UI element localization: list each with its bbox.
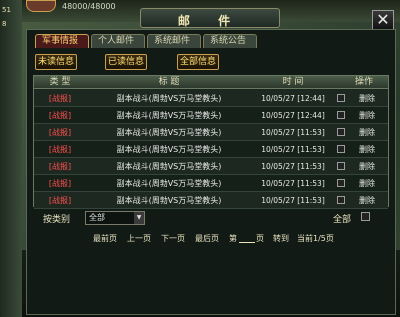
all-filter-button[interactable]: 全部信息 xyxy=(177,54,219,70)
close-icon: ✕ xyxy=(376,10,390,29)
table-header: 类 型 标 题 时 间 操作 xyxy=(34,76,388,89)
row-type: [战报] xyxy=(48,162,72,171)
page-suffix: 页 xyxy=(256,234,264,243)
last-page-link[interactable]: 最后页 xyxy=(195,233,219,244)
select-all-label: 全部 xyxy=(333,215,352,225)
table-row[interactable]: [战报] 副本战斗(周勃VS万马堂教头) 10/05/27 [11:53] 删除 xyxy=(34,124,388,141)
delete-button[interactable]: 删除 xyxy=(354,141,380,158)
first-page-link[interactable]: 最前页 xyxy=(93,233,117,244)
filter-bar: 未读信息 已读信息 全部信息 xyxy=(27,52,397,74)
row-time: 10/05/27 [11:53] xyxy=(261,128,325,137)
row-checkbox[interactable] xyxy=(337,162,345,170)
left-hud-strip: 51 8 xyxy=(0,0,22,317)
row-checkbox[interactable] xyxy=(337,196,345,204)
delete-button[interactable]: 删除 xyxy=(354,158,380,175)
row-time: 10/05/27 [12:44] xyxy=(261,111,325,120)
row-title[interactable]: 副本战斗(周勃VS万马堂教头) xyxy=(94,192,244,209)
read-filter-button[interactable]: 已读信息 xyxy=(105,54,147,70)
row-checkbox[interactable] xyxy=(337,128,345,136)
row-title[interactable]: 副本战斗(周勃VS万马堂教头) xyxy=(94,107,244,124)
row-time: 10/05/27 [11:53] xyxy=(261,196,325,205)
chevron-down-icon[interactable]: ▼ xyxy=(134,212,144,224)
close-button[interactable]: ✕ xyxy=(372,10,394,30)
goto-button[interactable]: 转到 xyxy=(273,233,289,244)
category-selected-value: 全部 xyxy=(89,213,105,222)
row-type: [战报] xyxy=(48,128,72,137)
row-checkbox[interactable] xyxy=(337,94,345,102)
header-action: 操作 xyxy=(354,77,373,87)
row-title[interactable]: 副本战斗(周勃VS万马堂教头) xyxy=(94,158,244,175)
header-type: 类 型 xyxy=(49,77,71,87)
row-time: 10/05/27 [11:53] xyxy=(261,162,325,171)
category-label: 按类别 xyxy=(43,215,71,225)
title-bar: 邮 件 xyxy=(140,8,280,28)
delete-button[interactable]: 删除 xyxy=(354,90,380,107)
row-time: 10/05/27 [11:53] xyxy=(261,145,325,154)
row-time: 10/05/27 [11:53] xyxy=(261,179,325,188)
pagination: 最前页 上一页 下一页 最后页 第 页 转到 当前1/5页 xyxy=(27,233,397,247)
row-title[interactable]: 副本战斗(周勃VS万马堂教头) xyxy=(94,141,244,158)
mail-window: 邮 件 ✕ 军事情报 个人邮件 系统邮件 系统公告 未读信息 已读信息 全部信息… xyxy=(22,2,400,317)
row-type: [战报] xyxy=(48,179,72,188)
tab-personal-mail[interactable]: 个人邮件 xyxy=(91,34,145,48)
row-title[interactable]: 副本战斗(周勃VS万马堂教头) xyxy=(94,124,244,141)
row-time: 10/05/27 [12:44] xyxy=(261,94,325,103)
side-number: 8 xyxy=(2,20,7,28)
window-title: 邮 件 xyxy=(177,14,243,28)
row-checkbox[interactable] xyxy=(337,111,345,119)
mail-panel: 军事情报 个人邮件 系统邮件 系统公告 未读信息 已读信息 全部信息 类 型 标… xyxy=(26,29,396,315)
row-type: [战报] xyxy=(48,196,72,205)
row-title[interactable]: 副本战斗(周勃VS万马堂教头) xyxy=(94,175,244,192)
table-row[interactable]: [战报] 副本战斗(周勃VS万马堂教头) 10/05/27 [12:44] 删除 xyxy=(34,107,388,124)
delete-button[interactable]: 删除 xyxy=(354,107,380,124)
tab-system-notice[interactable]: 系统公告 xyxy=(203,34,257,48)
table-row[interactable]: [战报] 副本战斗(周勃VS万马堂教头) 10/05/27 [11:53] 删除 xyxy=(34,175,388,192)
delete-button[interactable]: 删除 xyxy=(354,192,380,209)
current-page-info: 当前1/5页 xyxy=(297,234,334,243)
category-row: 按类别 全部 ▼ 全部 xyxy=(33,210,389,226)
row-checkbox[interactable] xyxy=(337,145,345,153)
row-type: [战报] xyxy=(48,145,72,154)
side-number: 51 xyxy=(2,6,11,14)
delete-button[interactable]: 删除 xyxy=(354,124,380,141)
prev-page-link[interactable]: 上一页 xyxy=(127,233,151,244)
table-row[interactable]: [战报] 副本战斗(周勃VS万马堂教头) 10/05/27 [11:53] 删除 xyxy=(34,192,388,209)
next-page-link[interactable]: 下一页 xyxy=(161,233,185,244)
tab-military-intel[interactable]: 军事情报 xyxy=(35,34,89,48)
select-all-checkbox[interactable] xyxy=(361,212,370,221)
row-type: [战报] xyxy=(48,94,72,103)
unread-filter-button[interactable]: 未读信息 xyxy=(35,54,77,70)
category-select[interactable]: 全部 ▼ xyxy=(85,211,145,225)
tab-system-mail[interactable]: 系统邮件 xyxy=(147,34,201,48)
mail-table: 类 型 标 题 时 间 操作 [战报] 副本战斗(周勃VS万马堂教头) 10/0… xyxy=(33,75,389,209)
header-time: 时 间 xyxy=(282,77,304,87)
table-row[interactable]: [战报] 副本战斗(周勃VS万马堂教头) 10/05/27 [12:44] 删除 xyxy=(34,90,388,107)
page-prefix: 第 xyxy=(229,234,237,243)
header-title: 标 题 xyxy=(158,77,180,87)
row-title[interactable]: 副本战斗(周勃VS万马堂教头) xyxy=(94,90,244,107)
page-number-input[interactable] xyxy=(239,233,255,243)
row-type: [战报] xyxy=(48,111,72,120)
row-checkbox[interactable] xyxy=(337,179,345,187)
delete-button[interactable]: 删除 xyxy=(354,175,380,192)
table-row[interactable]: [战报] 副本战斗(周勃VS万马堂教头) 10/05/27 [11:53] 删除 xyxy=(34,141,388,158)
table-row[interactable]: [战报] 副本战斗(周勃VS万马堂教头) 10/05/27 [11:53] 删除 xyxy=(34,158,388,175)
